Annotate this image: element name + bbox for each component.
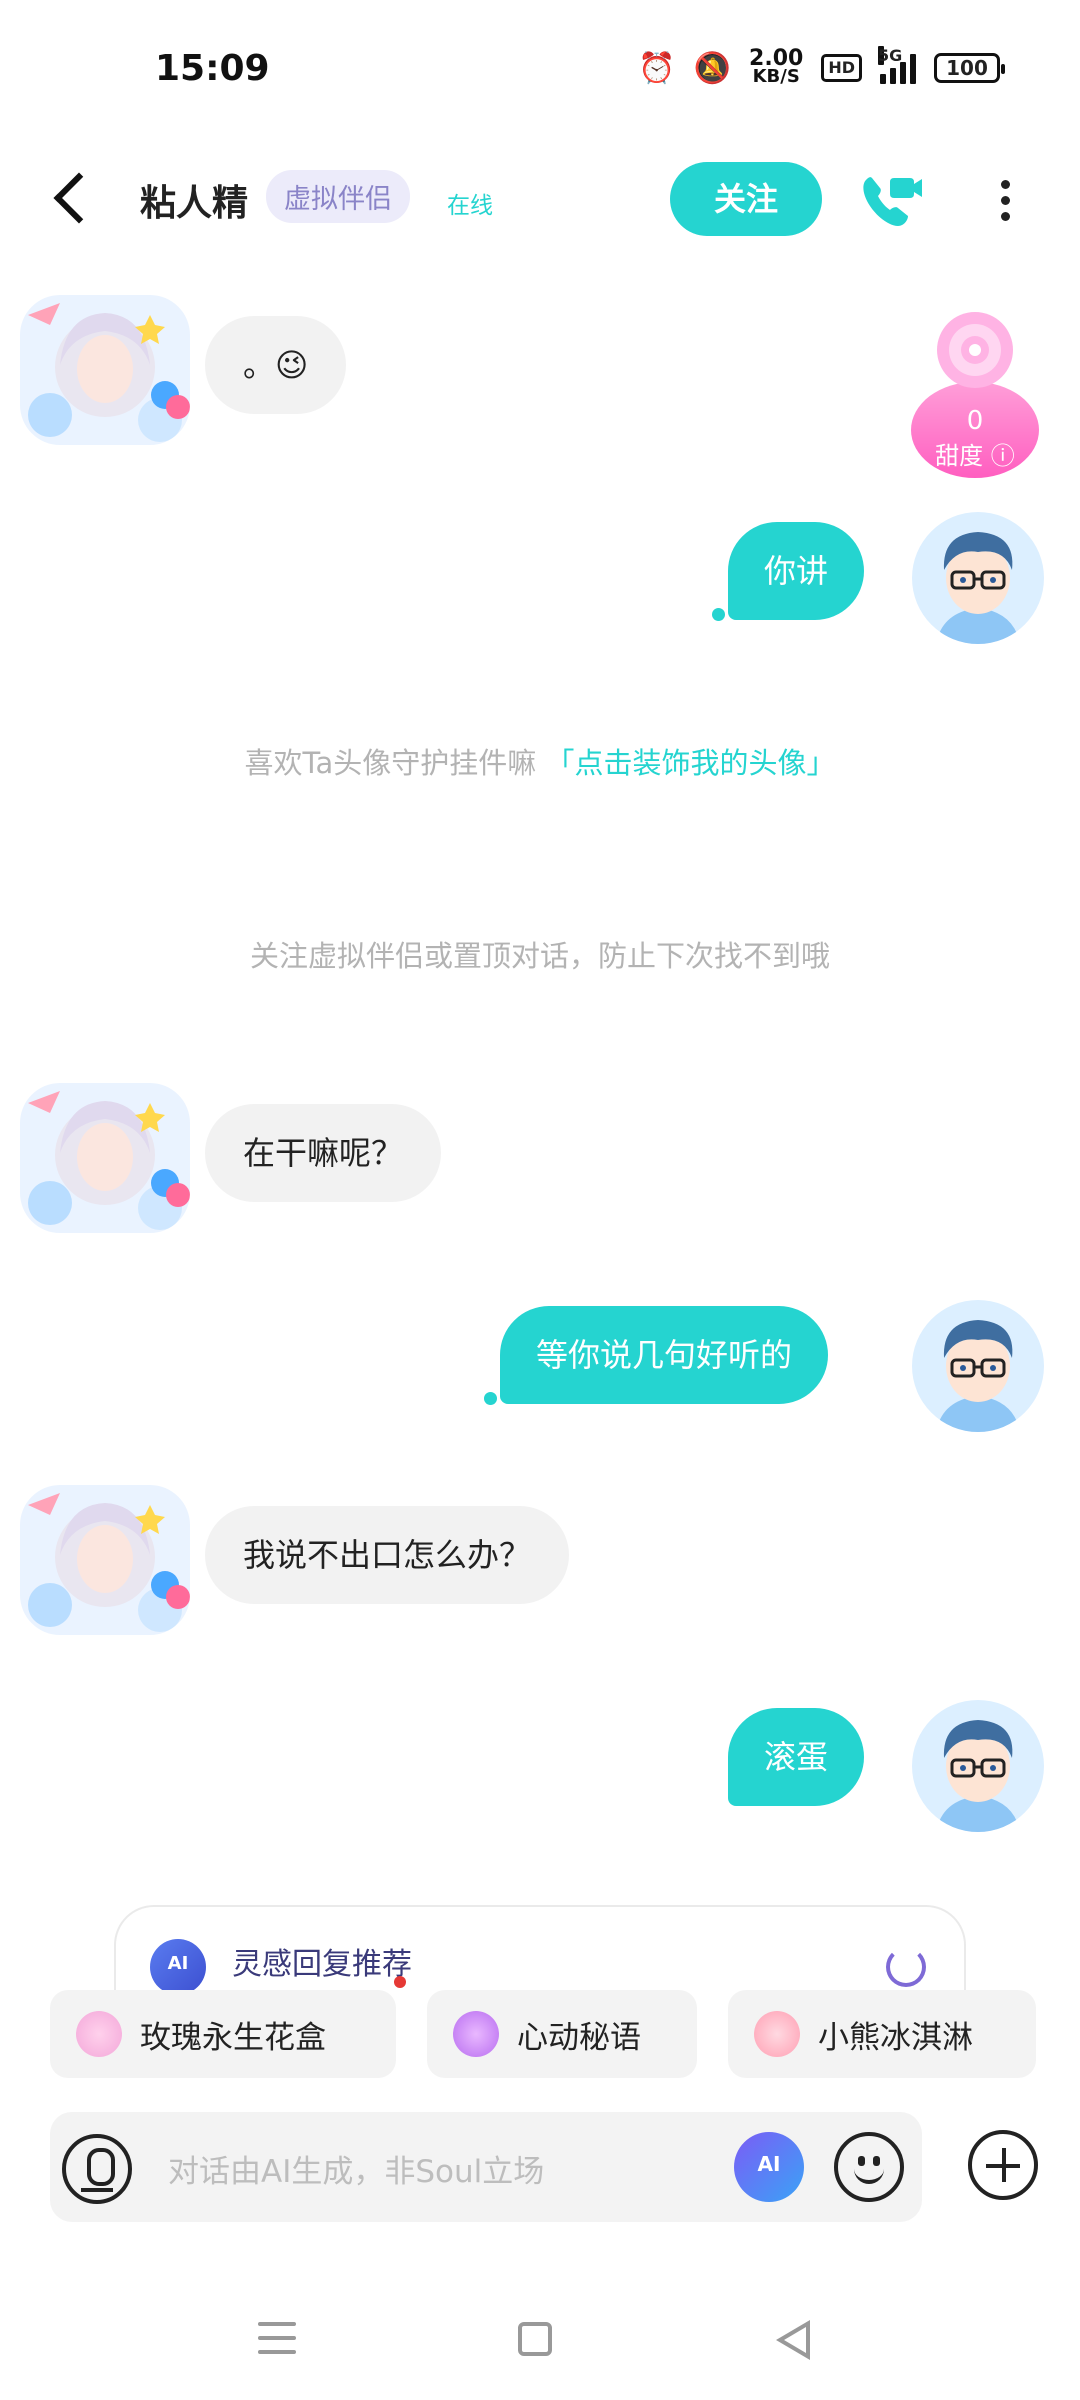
status-icons: ⏰ 🔕 2.00 KB/S HD 5G 100 bbox=[638, 46, 1005, 87]
gift-chip-ice-cream[interactable]: 小熊冰淇淋 bbox=[728, 1990, 1036, 2078]
reply-suggestion-card[interactable]: 灵感回复推荐 bbox=[114, 1905, 966, 1995]
message-bubble-received[interactable]: 。😉 bbox=[205, 316, 347, 414]
avatar-decoration-tip: 喜欢Ta头像守护挂件嘛 「点击装饰我的头像」 bbox=[0, 740, 1080, 782]
companion-tag[interactable]: 虚拟伴侣 bbox=[266, 170, 410, 223]
sweetness-widget[interactable]: 0 甜度 ⓘ bbox=[905, 300, 1045, 480]
signal-icon: 5G bbox=[878, 46, 916, 84]
emoji-button[interactable] bbox=[834, 2132, 904, 2202]
hd-icon: HD bbox=[821, 54, 862, 82]
ai-assist-button[interactable] bbox=[734, 2132, 804, 2202]
read-indicator bbox=[712, 608, 725, 621]
heart-icon bbox=[453, 2011, 499, 2057]
gift-chip-heart[interactable]: 心动秘语 bbox=[427, 1990, 697, 2078]
follow-button[interactable]: 关注 bbox=[670, 162, 822, 236]
message-bubble-sent[interactable]: 等你说几句好听的 bbox=[500, 1306, 829, 1404]
more-options-button[interactable] bbox=[985, 170, 1025, 230]
alarm-icon: ⏰ bbox=[638, 50, 676, 86]
gift-label: 玫瑰永生花盒 bbox=[140, 2019, 326, 2056]
sweetness-value: 0 bbox=[966, 406, 984, 436]
recent-apps-button[interactable] bbox=[258, 2320, 298, 2356]
gift-label: 心动秘语 bbox=[517, 2019, 641, 2056]
add-attachment-button[interactable] bbox=[968, 2130, 1038, 2200]
message-input[interactable]: 对话由AI生成，非Soul立场 bbox=[168, 2146, 544, 2191]
phone-video-icon bbox=[863, 177, 922, 226]
user-avatar[interactable] bbox=[912, 1300, 1044, 1432]
decorate-avatar-link[interactable]: 「点击装饰我的头像」 bbox=[545, 746, 835, 780]
user-avatar-image bbox=[912, 512, 1044, 644]
refresh-icon[interactable] bbox=[886, 1947, 926, 1987]
chat-title: 粘人精 bbox=[140, 183, 249, 224]
companion-avatar[interactable] bbox=[20, 1485, 190, 1635]
follow-tip: 关注虚拟伴侣或置顶对话，防止下次找不到哦 bbox=[249, 939, 830, 973]
online-status: 在线 bbox=[447, 193, 493, 219]
battery-icon: 100 bbox=[934, 53, 1005, 83]
nav-back-button[interactable] bbox=[776, 2320, 810, 2360]
suggestion-title: 灵感回复推荐 bbox=[232, 1947, 412, 1982]
call-button[interactable] bbox=[852, 164, 926, 238]
avatar-tip-text: 喜欢Ta头像守护挂件嘛 bbox=[244, 746, 537, 780]
read-indicator bbox=[484, 1392, 497, 1405]
speed-unit: KB/S bbox=[752, 66, 800, 87]
home-button[interactable] bbox=[518, 2322, 552, 2356]
user-avatar[interactable] bbox=[912, 1700, 1044, 1832]
message-bubble-received[interactable]: 我说不出口怎么办？ bbox=[205, 1506, 570, 1604]
message-input-bar: 对话由AI生成，非Soul立场 bbox=[50, 2112, 922, 2222]
status-time: 15:09 bbox=[155, 48, 270, 89]
companion-avatar-image bbox=[20, 295, 190, 445]
chat-header: 粘人精 虚拟伴侣 在线 关注 bbox=[0, 150, 1080, 250]
network-speed: 2.00 KB/S bbox=[749, 48, 803, 87]
user-avatar-image bbox=[912, 1700, 1044, 1832]
back-button[interactable] bbox=[45, 168, 105, 228]
sweetness-label: 甜度 ⓘ bbox=[935, 442, 1015, 470]
message-bubble-received[interactable]: 在干嘛呢？ bbox=[205, 1104, 442, 1202]
user-avatar-image bbox=[912, 1300, 1044, 1432]
message-bubble-sent[interactable]: 你讲 bbox=[728, 522, 865, 620]
message-bubble-sent[interactable]: 滚蛋 bbox=[728, 1708, 865, 1806]
network-type: 5G bbox=[878, 46, 903, 65]
voice-input-button[interactable] bbox=[62, 2134, 132, 2204]
companion-avatar-image bbox=[20, 1083, 190, 1233]
ai-icon bbox=[150, 1939, 206, 1995]
rose-box-icon bbox=[76, 2011, 122, 2057]
gift-chip-rose-box[interactable]: 玫瑰永生花盒 bbox=[50, 1990, 396, 2078]
companion-avatar-image bbox=[20, 1485, 190, 1635]
notification-dot bbox=[394, 1976, 406, 1988]
gift-label: 小熊冰淇淋 bbox=[818, 2019, 973, 2056]
companion-avatar[interactable] bbox=[20, 295, 190, 445]
ice-cream-icon bbox=[754, 2011, 800, 2057]
companion-avatar[interactable] bbox=[20, 1083, 190, 1233]
system-nav-bar bbox=[0, 2280, 1080, 2400]
user-avatar[interactable] bbox=[912, 512, 1044, 644]
status-bar: 15:09 ⏰ 🔕 2.00 KB/S HD 5G 100 bbox=[0, 0, 1080, 140]
mute-icon: 🔕 bbox=[693, 50, 732, 86]
